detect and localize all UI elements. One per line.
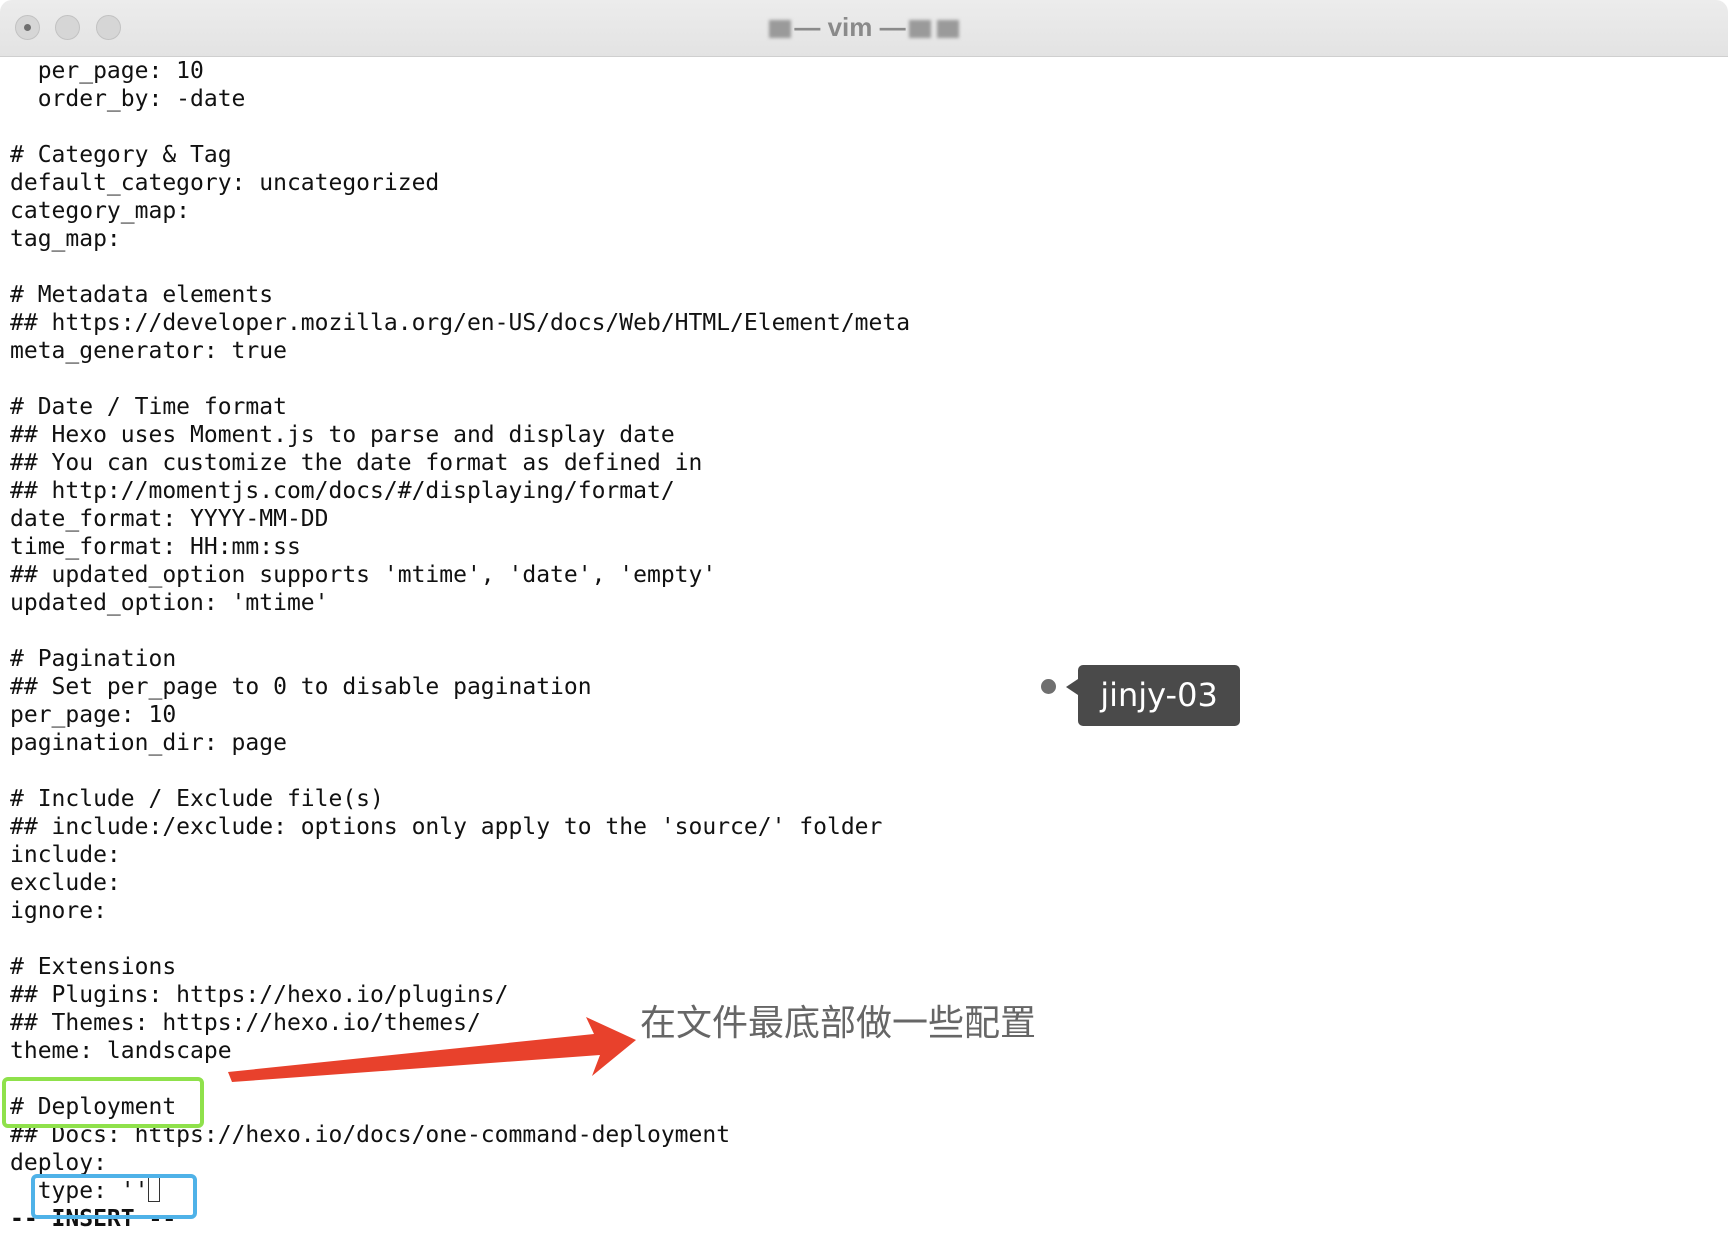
annotation-arrow [228,1017,636,1082]
tag-pointer [1066,679,1078,695]
tag-label: jinjy-03 [1078,665,1240,726]
tag-marker-dot [1041,679,1056,694]
annotation-note: 在文件最底部做一些配置 [640,1003,1037,1044]
